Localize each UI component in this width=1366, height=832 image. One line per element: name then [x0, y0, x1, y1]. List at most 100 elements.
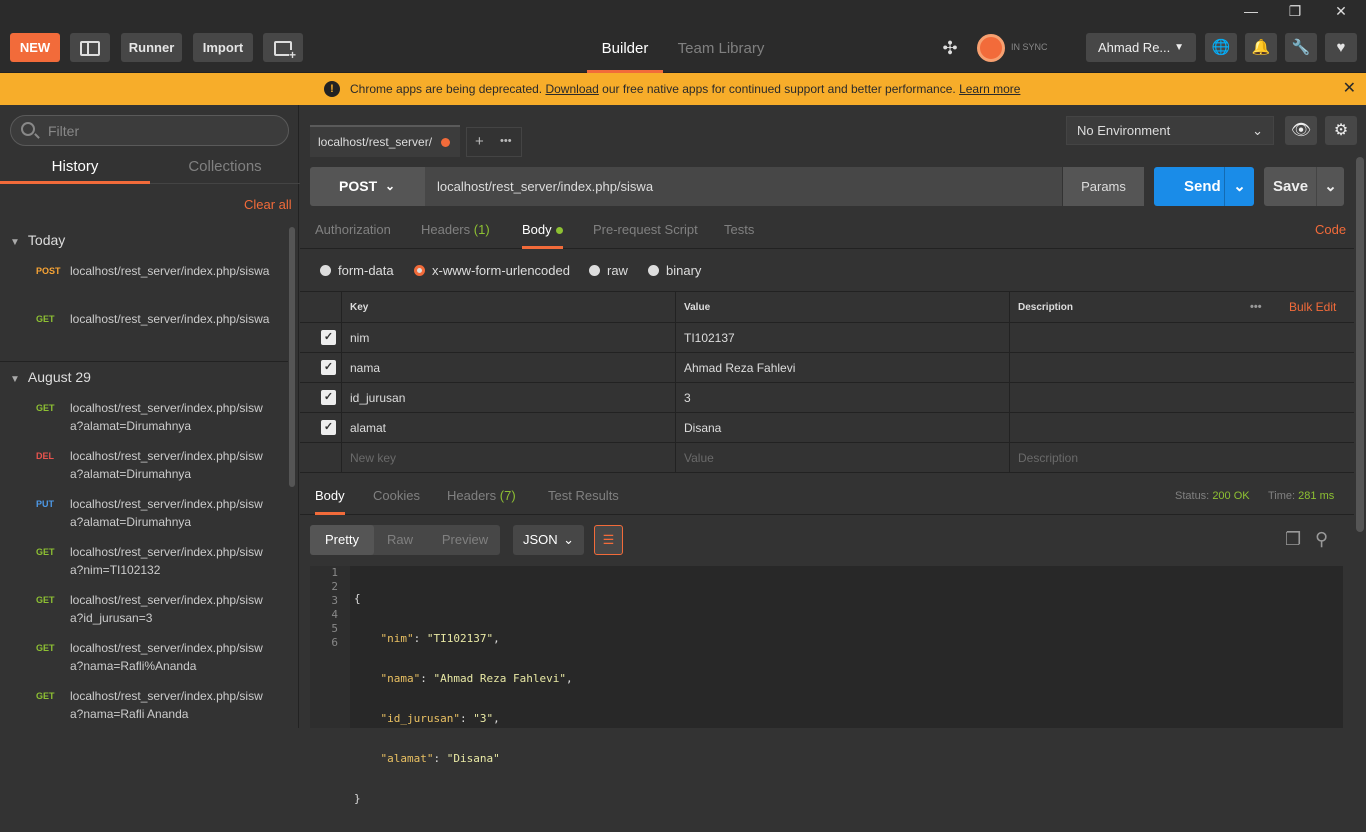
restore-button[interactable]: ❐ [1272, 0, 1318, 22]
user-menu[interactable]: Ahmad Re... ▼ [1086, 33, 1196, 62]
method-select[interactable]: POST ⌄ [310, 167, 425, 206]
minimize-button[interactable]: — [1228, 0, 1274, 22]
description-cell[interactable] [1009, 413, 1354, 442]
learn-more-link[interactable]: Learn more [959, 82, 1020, 96]
row-checkbox[interactable]: ✓ [321, 420, 336, 435]
tab-authorization[interactable]: Authorization [315, 213, 391, 249]
copy-icon[interactable]: ❐ [1285, 529, 1301, 550]
url-input[interactable]: localhost/rest_server/index.php/siswa [437, 167, 653, 206]
chevron-down-icon[interactable]: ⌄ [1224, 167, 1254, 206]
method-badge: GET [36, 691, 55, 701]
format-preview[interactable]: Preview [430, 525, 500, 555]
method-badge: POST [36, 266, 61, 276]
format-pretty[interactable]: Pretty [310, 525, 374, 555]
add-tab-icon[interactable]: + [475, 128, 484, 156]
row-checkbox[interactable]: ✓ [321, 330, 336, 345]
close-banner-icon[interactable]: ✕ [1343, 73, 1356, 105]
row-checkbox[interactable]: ✓ [321, 390, 336, 405]
language-select[interactable]: JSON ⌄ [513, 525, 584, 555]
response-editor[interactable]: 1 2 3 4 5 6 { "nim": "TI102137", "nama":… [310, 566, 1343, 805]
history-item[interactable]: GET localhost/rest_server/index.php/sisw… [0, 543, 288, 591]
history-group-today[interactable]: ▼ Today [10, 232, 65, 248]
description-cell[interactable] [1009, 323, 1354, 352]
history-item[interactable]: GET localhost/rest_server/index.php/sisw… [0, 310, 288, 358]
tab-team-library[interactable]: Team Library [673, 22, 769, 73]
sidebar-scrollbar[interactable] [289, 227, 295, 487]
description-cell[interactable] [1009, 353, 1354, 382]
new-value-input[interactable]: Value [675, 443, 1009, 472]
value-cell[interactable]: TI102137 [675, 323, 1009, 352]
interceptor-icon[interactable]: ✣ [935, 34, 965, 62]
description-cell[interactable] [1009, 383, 1354, 412]
send-label: Send [1184, 178, 1221, 195]
history-item[interactable]: POST localhost/rest_server/index.php/sis… [0, 262, 288, 310]
tab-cookies[interactable]: Cookies [373, 479, 420, 515]
radio-raw[interactable]: raw [589, 263, 628, 278]
download-link[interactable]: Download [545, 82, 598, 96]
eye-icon[interactable]: 👁 [1285, 116, 1317, 145]
value-cell[interactable]: 3 [675, 383, 1009, 412]
chevron-down-icon[interactable]: ⌄ [1316, 167, 1344, 206]
tab-tests[interactable]: Tests [724, 213, 754, 249]
radio-form-data[interactable]: form-data [320, 263, 394, 278]
clear-all-link[interactable]: Clear all [244, 197, 292, 212]
history-item[interactable]: GET localhost/rest_server/index.php/sisw… [0, 399, 288, 447]
code-link[interactable]: Code [1315, 213, 1346, 247]
tab-test-results[interactable]: Test Results [548, 479, 619, 515]
table-header: Key Value Description ••• Bulk Edit [300, 292, 1354, 323]
toggle-sidebar-button[interactable] [70, 33, 110, 62]
chevron-down-icon: ⌄ [1252, 123, 1263, 138]
more-icon[interactable]: ••• [1250, 292, 1262, 323]
filter-input[interactable]: Filter [10, 115, 289, 146]
params-button[interactable]: Params [1062, 167, 1144, 206]
history-item[interactable]: GET localhost/rest_server/index.php/sisw… [0, 591, 288, 639]
new-key-input[interactable]: New key [341, 443, 675, 472]
send-button[interactable]: Send ⌄ [1154, 167, 1254, 206]
save-button[interactable]: Save ⌄ [1264, 167, 1344, 206]
sync-icon[interactable] [977, 34, 1005, 62]
tab-body[interactable]: Body [522, 213, 563, 249]
tab-collections[interactable]: Collections [150, 153, 300, 184]
runner-button[interactable]: Runner [121, 33, 182, 62]
globe-icon[interactable]: 🌐 [1205, 33, 1237, 62]
tab-response-body[interactable]: Body [315, 479, 345, 515]
bulk-edit-link[interactable]: Bulk Edit [1289, 292, 1336, 323]
sidebar-layout-icon [80, 41, 100, 57]
close-window-button[interactable]: ✕ [1318, 0, 1364, 22]
row-checkbox[interactable]: ✓ [321, 360, 336, 375]
key-cell[interactable]: id_jurusan [341, 383, 675, 412]
environment-select[interactable]: No Environment ⌄ [1066, 116, 1274, 145]
import-button[interactable]: Import [193, 33, 253, 62]
request-tab[interactable]: localhost/rest_server/ [310, 125, 460, 157]
key-cell[interactable]: nim [341, 323, 675, 352]
tab-prerequest-script[interactable]: Pre-request Script [593, 213, 698, 249]
tab-builder[interactable]: Builder [587, 22, 663, 73]
tab-response-headers[interactable]: Headers (7) [447, 479, 516, 515]
new-description-input[interactable]: Description [1009, 443, 1354, 472]
new-window-icon: + [274, 41, 296, 61]
radio-binary[interactable]: binary [648, 263, 701, 278]
value-cell[interactable]: Disana [675, 413, 1009, 442]
new-window-button[interactable]: + [263, 33, 303, 62]
format-raw[interactable]: Raw [374, 525, 426, 555]
history-item[interactable]: GET localhost/rest_server/index.php/sisw… [0, 639, 288, 687]
tab-headers[interactable]: Headers (1) [421, 213, 490, 249]
main-scrollbar[interactable] [1356, 157, 1364, 532]
more-tabs-icon[interactable]: ••• [500, 127, 512, 155]
gear-icon[interactable]: ⚙ [1325, 116, 1357, 145]
history-group-august-29[interactable]: ▼ August 29 [10, 369, 91, 385]
search-icon[interactable]: ⚲ [1315, 529, 1328, 550]
table-row-new: New key Value Description [300, 443, 1354, 473]
value-cell[interactable]: Ahmad Reza Fahlevi [675, 353, 1009, 382]
bell-icon[interactable]: 🔔 [1245, 33, 1277, 62]
heart-icon[interactable]: ♥ [1325, 33, 1357, 62]
new-button[interactable]: NEW [10, 33, 60, 62]
wrench-icon[interactable]: 🔧 [1285, 33, 1317, 62]
tab-history[interactable]: History [0, 153, 150, 184]
history-item[interactable]: PUT localhost/rest_server/index.php/sisw… [0, 495, 288, 543]
radio-urlencoded[interactable]: x-www-form-urlencoded [414, 263, 570, 278]
key-cell[interactable]: alamat [341, 413, 675, 442]
wrap-lines-icon[interactable]: ☰ [594, 525, 623, 555]
key-cell[interactable]: nama [341, 353, 675, 382]
history-item[interactable]: DEL localhost/rest_server/index.php/sisw… [0, 447, 288, 495]
